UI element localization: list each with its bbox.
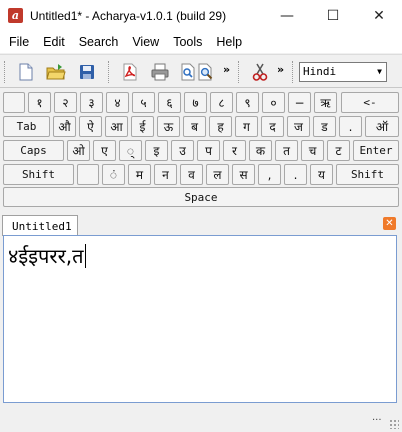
close-tab-icon[interactable]: ✕ bbox=[383, 217, 396, 230]
key-period[interactable]: . bbox=[284, 164, 307, 185]
key-a[interactable]: ओ bbox=[67, 140, 90, 161]
key-z[interactable] bbox=[77, 164, 99, 185]
key-backslash[interactable]: ऑ bbox=[365, 116, 399, 137]
toolbar-grip[interactable] bbox=[4, 61, 7, 83]
key-y[interactable]: ब bbox=[183, 116, 206, 137]
key-minus[interactable]: − bbox=[288, 92, 311, 113]
key-x[interactable]: ं bbox=[102, 164, 125, 185]
key-3[interactable]: ३ bbox=[80, 92, 103, 113]
menu-search[interactable]: Search bbox=[72, 35, 126, 49]
save-icon[interactable] bbox=[76, 61, 98, 83]
menu-view[interactable]: View bbox=[125, 35, 166, 49]
new-file-icon[interactable] bbox=[15, 61, 37, 83]
document-tabs: Untitled1 ✕ bbox=[0, 212, 402, 236]
key-backtick[interactable] bbox=[3, 92, 25, 113]
resize-grip-icon[interactable] bbox=[389, 419, 399, 429]
key-s[interactable]: ए bbox=[93, 140, 116, 161]
key-i[interactable]: ग bbox=[235, 116, 258, 137]
status-bar: ... bbox=[0, 406, 402, 432]
key-f[interactable]: इ bbox=[145, 140, 168, 161]
maximize-button[interactable]: ☐ bbox=[310, 0, 356, 31]
key-l[interactable]: त bbox=[275, 140, 298, 161]
key-j[interactable]: र bbox=[223, 140, 246, 161]
key-4[interactable]: ४ bbox=[106, 92, 129, 113]
menu-tools[interactable]: Tools bbox=[166, 35, 209, 49]
acharya-app-icon: a bbox=[8, 8, 23, 23]
open-folder-icon[interactable] bbox=[45, 61, 67, 83]
key-0[interactable]: ० bbox=[262, 92, 285, 113]
key-7[interactable]: ७ bbox=[184, 92, 207, 113]
key-shift-right[interactable]: Shift bbox=[336, 164, 399, 185]
find-icon[interactable] bbox=[195, 61, 217, 83]
key-5[interactable]: ५ bbox=[132, 92, 155, 113]
window-title: Untitled1* - Acharya-v1.0.1 (build 29) bbox=[30, 8, 227, 23]
toolbar-overflow-1[interactable]: » bbox=[223, 63, 230, 76]
status-text: ... bbox=[372, 412, 382, 423]
toolbar-separator bbox=[108, 61, 111, 83]
menu-bar: File Edit Search View Tools Help bbox=[0, 31, 402, 53]
key-w[interactable]: ऐ bbox=[79, 116, 102, 137]
close-button[interactable]: ✕ bbox=[356, 0, 402, 31]
key-space[interactable]: Space bbox=[3, 187, 399, 207]
editor-text: ४ईइपरर,त bbox=[8, 244, 84, 268]
key-g[interactable]: उ bbox=[171, 140, 194, 161]
key-slash[interactable]: य bbox=[310, 164, 333, 185]
cut-icon[interactable] bbox=[249, 61, 271, 83]
key-tab[interactable]: Tab bbox=[3, 116, 50, 137]
toolbar-overflow-2[interactable]: » bbox=[277, 63, 284, 76]
title-bar: a Untitled1* - Acharya-v1.0.1 (build 29)… bbox=[0, 0, 402, 31]
key-t[interactable]: ऊ bbox=[157, 116, 180, 137]
key-k[interactable]: क bbox=[249, 140, 272, 161]
key-bracket-left[interactable]: ड bbox=[313, 116, 336, 137]
key-v[interactable]: न bbox=[154, 164, 177, 185]
text-caret bbox=[84, 244, 86, 268]
text-editor[interactable]: ४ईइपरर,त bbox=[3, 235, 397, 403]
window-controls: — ☐ ✕ bbox=[264, 0, 402, 31]
key-c[interactable]: म bbox=[128, 164, 151, 185]
key-9[interactable]: ९ bbox=[236, 92, 259, 113]
toolbar: » » Hindi ▼ bbox=[0, 54, 402, 88]
print-icon[interactable] bbox=[149, 61, 171, 83]
toolbar-separator bbox=[292, 61, 295, 83]
acharya-window: a Untitled1* - Acharya-v1.0.1 (build 29)… bbox=[0, 0, 402, 432]
chevron-down-icon: ▼ bbox=[377, 67, 382, 76]
key-r[interactable]: ई bbox=[131, 116, 154, 137]
key-6[interactable]: ६ bbox=[158, 92, 181, 113]
minimize-button[interactable]: — bbox=[264, 0, 310, 31]
key-comma[interactable]: , bbox=[258, 164, 281, 185]
key-shift-left[interactable]: Shift bbox=[3, 164, 74, 185]
key-2[interactable]: २ bbox=[54, 92, 77, 113]
key-m[interactable]: स bbox=[232, 164, 255, 185]
tab-untitled1[interactable]: Untitled1 bbox=[2, 215, 78, 236]
key-8[interactable]: ८ bbox=[210, 92, 233, 113]
key-o[interactable]: द bbox=[261, 116, 284, 137]
key-caps[interactable]: Caps bbox=[3, 140, 64, 161]
key-p[interactable]: ज bbox=[287, 116, 310, 137]
key-d[interactable]: ् bbox=[119, 140, 142, 161]
toolbar-separator bbox=[238, 61, 241, 83]
language-select[interactable]: Hindi ▼ bbox=[299, 62, 387, 82]
menu-file[interactable]: File bbox=[2, 35, 36, 49]
key-n[interactable]: ल bbox=[206, 164, 229, 185]
key-1[interactable]: १ bbox=[28, 92, 51, 113]
key-semicolon[interactable]: च bbox=[301, 140, 324, 161]
key-q[interactable]: औ bbox=[53, 116, 76, 137]
key-u[interactable]: ह bbox=[209, 116, 232, 137]
editor-content[interactable]: ४ईइपरर,त bbox=[8, 242, 86, 269]
key-b[interactable]: व bbox=[180, 164, 203, 185]
key-enter[interactable]: Enter bbox=[353, 140, 399, 161]
pdf-icon[interactable] bbox=[119, 61, 141, 83]
menu-edit[interactable]: Edit bbox=[36, 35, 72, 49]
key-e[interactable]: आ bbox=[105, 116, 128, 137]
key-equals[interactable]: ऋ bbox=[314, 92, 337, 113]
menu-help[interactable]: Help bbox=[209, 35, 249, 49]
key-h[interactable]: प bbox=[197, 140, 220, 161]
key-bracket-right[interactable]: . bbox=[339, 116, 362, 137]
language-select-value: Hindi bbox=[303, 65, 337, 78]
onscreen-keyboard: १ २ ३ ४ ५ ६ ७ ८ ९ ० − ऋ <- Tab औ ऐ आ ई ऊ… bbox=[0, 89, 402, 208]
key-quote[interactable]: ट bbox=[327, 140, 350, 161]
key-backspace[interactable]: <- bbox=[341, 92, 399, 113]
